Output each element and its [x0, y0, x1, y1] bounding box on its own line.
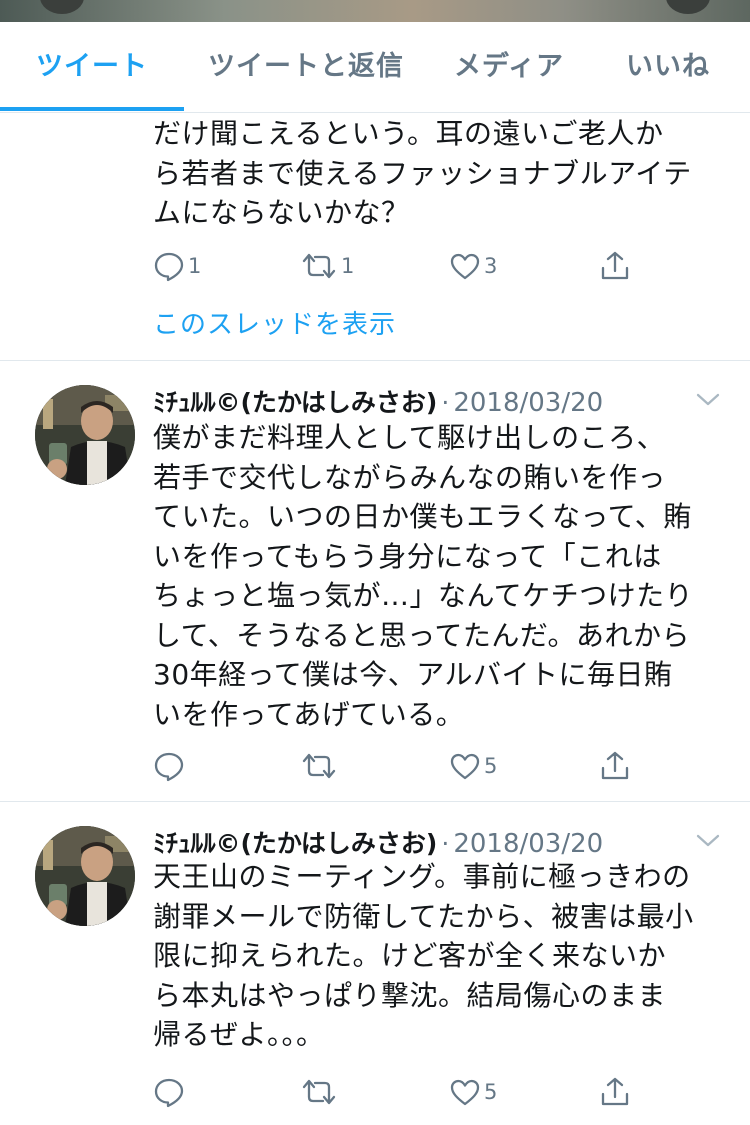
- retweet-button[interactable]: [300, 746, 341, 786]
- like-count: 5: [484, 1080, 498, 1104]
- reply-icon: [153, 1076, 185, 1108]
- retweet-icon: [300, 1077, 338, 1107]
- share-button[interactable]: [599, 746, 631, 786]
- share-icon: [599, 750, 631, 782]
- share-icon: [599, 1076, 631, 1108]
- profile-tabbar: ツイート ツイートと返信 メディア いいね: [0, 22, 750, 113]
- tweet-date[interactable]: 2018/03/20: [453, 829, 603, 859]
- reply-button[interactable]: [153, 746, 188, 786]
- separator-dot: ·: [441, 388, 450, 417]
- heart-icon: [449, 751, 481, 781]
- banner-shape: [666, 0, 710, 14]
- heart-icon: [449, 1077, 481, 1107]
- display-name[interactable]: ﾐﾁｭﾙﾙ©(たかはしみさお): [153, 829, 437, 858]
- share-icon: [599, 250, 631, 282]
- tweet-actions: 5: [153, 1072, 653, 1112]
- retweet-button[interactable]: [300, 1072, 341, 1112]
- banner-shape: [40, 0, 84, 14]
- reply-icon: [153, 250, 185, 282]
- tweet-header: ﾐﾁｭﾙﾙ©(たかはしみさお) · 2018/03/20: [153, 383, 603, 419]
- avatar[interactable]: [35, 826, 135, 926]
- chevron-down-icon[interactable]: [695, 833, 721, 853]
- tab-tweets[interactable]: ツイート: [0, 22, 184, 112]
- avatar[interactable]: [35, 385, 135, 485]
- show-thread-link[interactable]: このスレッドを表示: [153, 304, 396, 341]
- like-button[interactable]: 5: [449, 746, 497, 786]
- reply-count: 1: [188, 254, 202, 278]
- tweet-text: 僕がまだ料理人として駆け出しのころ、 若手で交代しながらみんなの賄いを作っ てい…: [153, 421, 694, 731]
- tweet-actions: 5: [153, 746, 653, 786]
- tweet-partial[interactable]: だけ聞こえるという。耳の遠いご老人か ら若者まで使えるファッショナブルアイテ ム…: [0, 112, 750, 361]
- like-button[interactable]: 3: [449, 246, 497, 286]
- retweet-button[interactable]: 1: [300, 246, 354, 286]
- tweet-date[interactable]: 2018/03/20: [453, 388, 603, 418]
- reply-icon: [153, 750, 185, 782]
- tab-tweets-and-replies[interactable]: ツイートと返信: [190, 22, 422, 112]
- tweet-text: だけ聞こえるという。耳の遠いご老人か ら若者まで使えるファッショナブルアイテ ム…: [153, 117, 692, 229]
- tab-media[interactable]: メディア: [432, 22, 586, 112]
- tweet-text: 天王山のミーティング。事前に極っきわの 謝罪メールで防衛してたから、被害は最小 …: [153, 860, 694, 1051]
- separator-dot: ·: [441, 829, 450, 858]
- reply-button[interactable]: 1: [153, 246, 201, 286]
- tweet[interactable]: ﾐﾁｭﾙﾙ©(たかはしみさお) · 2018/03/20 僕がまだ料理人として駆け出…: [0, 361, 750, 802]
- reply-button[interactable]: [153, 1072, 188, 1112]
- like-button[interactable]: 5: [449, 1072, 497, 1112]
- tweet-header: ﾐﾁｭﾙﾙ©(たかはしみさお) · 2018/03/20: [153, 824, 603, 860]
- tweet[interactable]: ﾐﾁｭﾙﾙ©(たかはしみさお) · 2018/03/20 天王山のミーティング。事前…: [0, 802, 750, 1125]
- active-tab-indicator: [0, 107, 184, 111]
- like-count: 3: [484, 254, 498, 278]
- chevron-down-icon[interactable]: [695, 392, 721, 412]
- header-banner: [0, 0, 750, 22]
- like-count: 5: [484, 754, 498, 778]
- share-button[interactable]: [599, 246, 631, 286]
- display-name[interactable]: ﾐﾁｭﾙﾙ©(たかはしみさお): [153, 388, 437, 417]
- share-button[interactable]: [599, 1072, 631, 1112]
- retweet-icon: [300, 751, 338, 781]
- retweet-icon: [300, 251, 338, 281]
- tab-likes[interactable]: いいね: [600, 22, 736, 112]
- tweet-actions: 1 1 3: [153, 246, 653, 286]
- heart-icon: [449, 251, 481, 281]
- retweet-count: 1: [341, 254, 355, 278]
